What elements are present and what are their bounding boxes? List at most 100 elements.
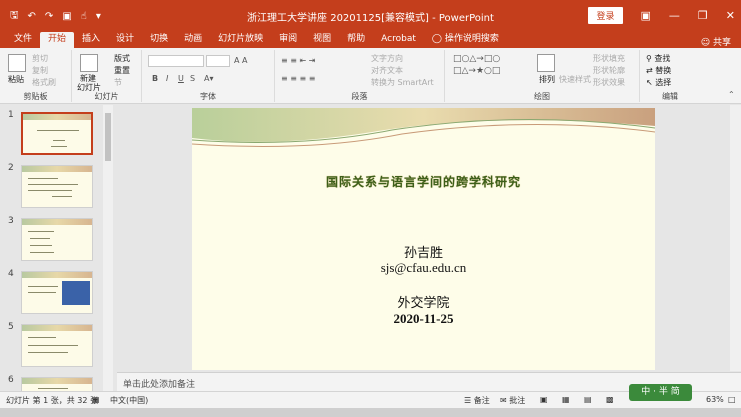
shapes-gallery[interactable]: □○△→□○ — [453, 54, 500, 64]
tab-insert[interactable]: 插入 — [74, 33, 108, 48]
thumbnail-image[interactable] — [21, 377, 93, 391]
ime-badge[interactable]: 中 · 半 简 — [629, 384, 692, 401]
tab-slideshow[interactable]: 幻灯片放映 — [210, 33, 271, 48]
bold-button[interactable]: B — [152, 74, 158, 83]
share-button[interactable]: ☺ 共享 — [701, 35, 731, 48]
normal-view-icon[interactable]: ▣ — [540, 395, 548, 404]
tab-animations[interactable]: 动画 — [176, 33, 210, 48]
fit-slide-icon[interactable]: □ — [728, 395, 736, 404]
select-button[interactable]: ↖ 选择 — [646, 77, 671, 88]
thumbnail-5[interactable]: 5 — [0, 322, 117, 372]
thumbnail-4[interactable]: 4 — [0, 269, 117, 319]
format-painter-button[interactable]: 格式刷 — [32, 77, 56, 88]
font-color-icon[interactable]: A▾ — [204, 74, 214, 83]
slide-department[interactable]: 外交学院 — [192, 292, 655, 311]
undo-icon[interactable]: ↶ — [28, 11, 36, 22]
tab-home[interactable]: 开始 — [40, 32, 75, 48]
font-size-input[interactable] — [206, 55, 230, 67]
thumbnail-image[interactable] — [21, 165, 93, 208]
editor-scrollbar[interactable] — [730, 105, 741, 371]
touch-mode-icon[interactable]: ☝ — [81, 11, 87, 22]
reset-button[interactable]: 重置 — [114, 65, 130, 76]
presentation-icon[interactable]: ▣ — [62, 11, 71, 22]
font-name-input[interactable] — [148, 55, 204, 67]
decorative-swoosh — [192, 108, 655, 147]
restore-icon[interactable]: ❐ — [698, 9, 708, 22]
notes-placeholder[interactable]: 单击此处添加备注 — [123, 377, 195, 390]
shape-fill-button[interactable]: 形状填充 — [593, 53, 625, 64]
copy-button[interactable]: 复制 — [32, 65, 48, 76]
align-icons[interactable]: ≡ ≡ ≡ ≡ — [281, 74, 315, 83]
collapse-ribbon-icon[interactable]: ⌃ — [728, 90, 735, 99]
slide-editor: 国际关系与语言学间的跨学科研究 孙吉胜 sjs@cfau.edu.cn 外交学院… — [117, 105, 730, 371]
scrollbar-thumb[interactable] — [105, 113, 111, 161]
shapes-gallery-row2[interactable]: □△→★○□ — [453, 66, 500, 76]
thumbnail-scrollbar[interactable] — [103, 105, 113, 391]
slide-title[interactable]: 国际关系与语言学间的跨学科研究 — [192, 173, 655, 190]
tab-help[interactable]: 帮助 — [339, 33, 373, 48]
customize-icon[interactable]: ▾ — [96, 11, 101, 22]
spellcheck-icon[interactable]: ▦ — [92, 395, 100, 404]
align-text-button[interactable]: 对齐文本 — [371, 65, 403, 76]
title-bar: 🖫 ↶ ↷ ▣ ☝ ▾ 浙江理工大学讲座 20201125[兼容模式] - Po… — [0, 0, 741, 32]
tab-file[interactable]: 文件 — [6, 33, 40, 48]
redo-icon[interactable]: ↷ — [45, 11, 53, 22]
slide-author[interactable]: 孙吉胜 — [192, 242, 655, 261]
slide-email[interactable]: sjs@cfau.edu.cn — [192, 260, 655, 276]
minimize-icon[interactable]: — — [669, 9, 680, 22]
tab-transitions[interactable]: 切换 — [142, 33, 176, 48]
tab-acrobat[interactable]: Acrobat — [373, 33, 424, 48]
section-button[interactable]: 节 — [114, 77, 122, 88]
ribbon-display-icon[interactable]: ▣ — [641, 9, 651, 22]
thumbnail-1[interactable]: 1 — [0, 110, 117, 160]
grow-font-icon[interactable]: A A — [234, 56, 248, 65]
tab-view[interactable]: 视图 — [305, 33, 339, 48]
login-button[interactable]: 登录 — [588, 7, 623, 24]
zoom-level[interactable]: 63% — [706, 395, 724, 404]
thumbnail-number: 3 — [8, 216, 14, 226]
paste-button[interactable]: 粘贴 — [8, 74, 24, 85]
slide-date[interactable]: 2020-11-25 — [192, 311, 655, 327]
thumbnail-image[interactable] — [21, 112, 93, 155]
underline-button[interactable]: U — [178, 74, 184, 83]
replace-button[interactable]: ⇄ 替换 — [646, 65, 671, 76]
thumbnail-number: 1 — [8, 110, 14, 120]
thumbnail-2[interactable]: 2 — [0, 163, 117, 213]
share-label: 共享 — [712, 38, 731, 48]
shape-effects-button[interactable]: 形状效果 — [593, 77, 625, 88]
text-direction-button[interactable]: 文字方向 — [371, 53, 403, 64]
tab-review[interactable]: 审阅 — [271, 33, 305, 48]
thumbnail-image[interactable] — [21, 271, 93, 314]
slide-sorter-icon[interactable]: ▦ — [562, 395, 570, 404]
thumbnail-6[interactable]: 6 — [0, 375, 117, 391]
cut-button[interactable]: 剪切 — [32, 53, 48, 64]
new-slide-icon[interactable] — [80, 54, 98, 72]
paragraph-group: ≡ ≡ ⇤ ⇥ ≡ ≡ ≡ ≡ 文字方向 对齐文本 转换为 SmartArt 段… — [275, 50, 445, 102]
find-button[interactable]: ⚲ 查找 — [646, 53, 670, 64]
current-slide[interactable]: 国际关系与语言学间的跨学科研究 孙吉胜 sjs@cfau.edu.cn 外交学院… — [192, 108, 655, 370]
close-icon[interactable]: ✕ — [726, 9, 735, 22]
paragraph-group-label: 段落 — [351, 92, 368, 101]
thumbnail-image[interactable] — [21, 324, 93, 367]
arrange-icon[interactable] — [537, 54, 555, 72]
paste-icon[interactable] — [8, 54, 26, 72]
quick-styles-button[interactable]: 快速样式 — [559, 74, 591, 85]
italic-button[interactable]: I — [166, 74, 168, 83]
layout-button[interactable]: 版式 — [114, 53, 130, 64]
thumbnail-image[interactable] — [21, 218, 93, 261]
language-indicator[interactable]: 中文(中国) — [110, 395, 148, 406]
tab-design[interactable]: 设计 — [108, 33, 142, 48]
arrange-button[interactable]: 排列 — [539, 74, 555, 85]
tell-me-search[interactable]: ◯ 操作说明搜索 — [424, 33, 507, 48]
thumbnail-number: 5 — [8, 322, 14, 332]
shape-outline-button[interactable]: 形状轮廓 — [593, 65, 625, 76]
strikethrough-button[interactable]: S — [190, 74, 195, 83]
smartart-button[interactable]: 转换为 SmartArt — [371, 77, 434, 88]
comments-toggle[interactable]: ✉ 批注 — [500, 395, 525, 406]
slideshow-icon[interactable]: ▩ — [606, 395, 614, 404]
bullets-icon[interactable]: ≡ ≡ ⇤ ⇥ — [281, 56, 315, 65]
thumbnail-3[interactable]: 3 — [0, 216, 117, 266]
reading-view-icon[interactable]: ▤ — [584, 395, 592, 404]
save-icon[interactable]: 🖫 — [10, 8, 19, 25]
notes-toggle[interactable]: ☰ 备注 — [464, 395, 490, 406]
